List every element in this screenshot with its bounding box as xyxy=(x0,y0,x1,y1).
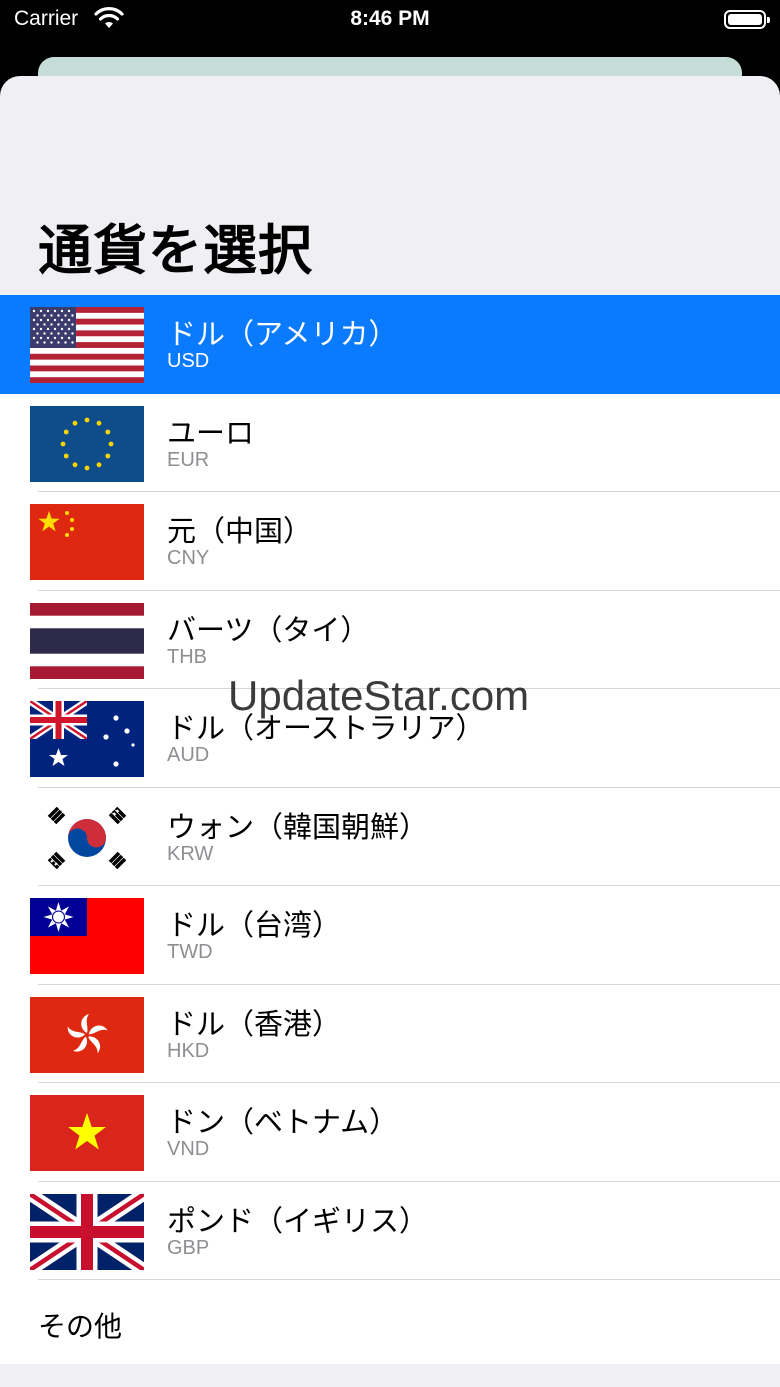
th-flag-icon xyxy=(30,602,144,679)
tw-flag-icon xyxy=(30,898,144,974)
currency-row-cny[interactable]: 元（中国） CNY xyxy=(0,492,780,591)
currency-name: ユーロ xyxy=(167,415,255,450)
currency-code: THB xyxy=(167,645,207,668)
currency-name: ウォン（韓国朝鮮） xyxy=(167,809,429,844)
currency-name: 元（中国） xyxy=(167,514,313,548)
currency-code: GBP xyxy=(167,1236,210,1259)
status-time: 8:46 PM xyxy=(350,7,430,30)
currency-code: AUD xyxy=(167,744,210,766)
watermark: UpdateStar.com xyxy=(228,672,530,719)
currency-row-hkd[interactable]: ドル（香港） HKD xyxy=(0,984,780,1083)
kr-flag-icon xyxy=(30,799,144,876)
currency-list: ドル（アメリカ） USD ユーロ EUR 元（中国） CNY バーツ（タイ） T… xyxy=(0,295,780,1364)
status-bar: Carrier 8:46 PM xyxy=(0,0,780,40)
gb-flag-icon xyxy=(30,1193,144,1270)
us-flag-icon xyxy=(30,307,144,383)
currency-picker-sheet: 通貨を選択 ドル（アメリカ） USD ユーロ EUR 元（中国） CNY バーツ… xyxy=(0,76,780,1387)
currency-name: ポンド（イギリス） xyxy=(167,1203,429,1238)
currency-row-vnd[interactable]: ドン（ベトナム） VND xyxy=(0,1083,780,1182)
page-title: 通貨を選択 xyxy=(38,219,313,282)
au-flag-icon xyxy=(30,701,144,777)
currency-name: ドン（ベトナム） xyxy=(167,1105,399,1139)
currency-code: EUR xyxy=(167,448,210,471)
other-label: その他 xyxy=(38,1310,123,1343)
currency-code: USD xyxy=(167,350,210,372)
battery-icon xyxy=(724,10,770,29)
currency-name: バーツ（タイ） xyxy=(167,612,370,647)
currency-row-twd[interactable]: ドル（台湾） TWD xyxy=(0,886,780,985)
currency-row-gbp[interactable]: ポンド（イギリス） GBP xyxy=(0,1181,780,1280)
hk-flag-icon xyxy=(30,996,144,1073)
currency-row-eur[interactable]: ユーロ EUR xyxy=(0,393,780,492)
currency-code: TWD xyxy=(167,941,213,963)
currency-name: ドル（台湾） xyxy=(167,908,342,942)
currency-code: CNY xyxy=(167,547,210,569)
cn-flag-icon xyxy=(30,504,144,580)
currency-name: ドル（香港） xyxy=(167,1006,342,1041)
other-currency-row[interactable]: その他 xyxy=(0,1280,780,1364)
currency-code: HKD xyxy=(167,1039,210,1062)
currency-name: ドル（アメリカ） xyxy=(167,317,398,351)
vn-flag-icon xyxy=(30,1095,144,1171)
currency-row-usd[interactable]: ドル（アメリカ） USD xyxy=(0,295,780,394)
eu-flag-icon xyxy=(30,405,144,482)
currency-code: VND xyxy=(167,1138,210,1160)
currency-row-krw[interactable]: ウォン（韓国朝鮮） KRW xyxy=(0,787,780,886)
currency-code: KRW xyxy=(167,842,214,865)
